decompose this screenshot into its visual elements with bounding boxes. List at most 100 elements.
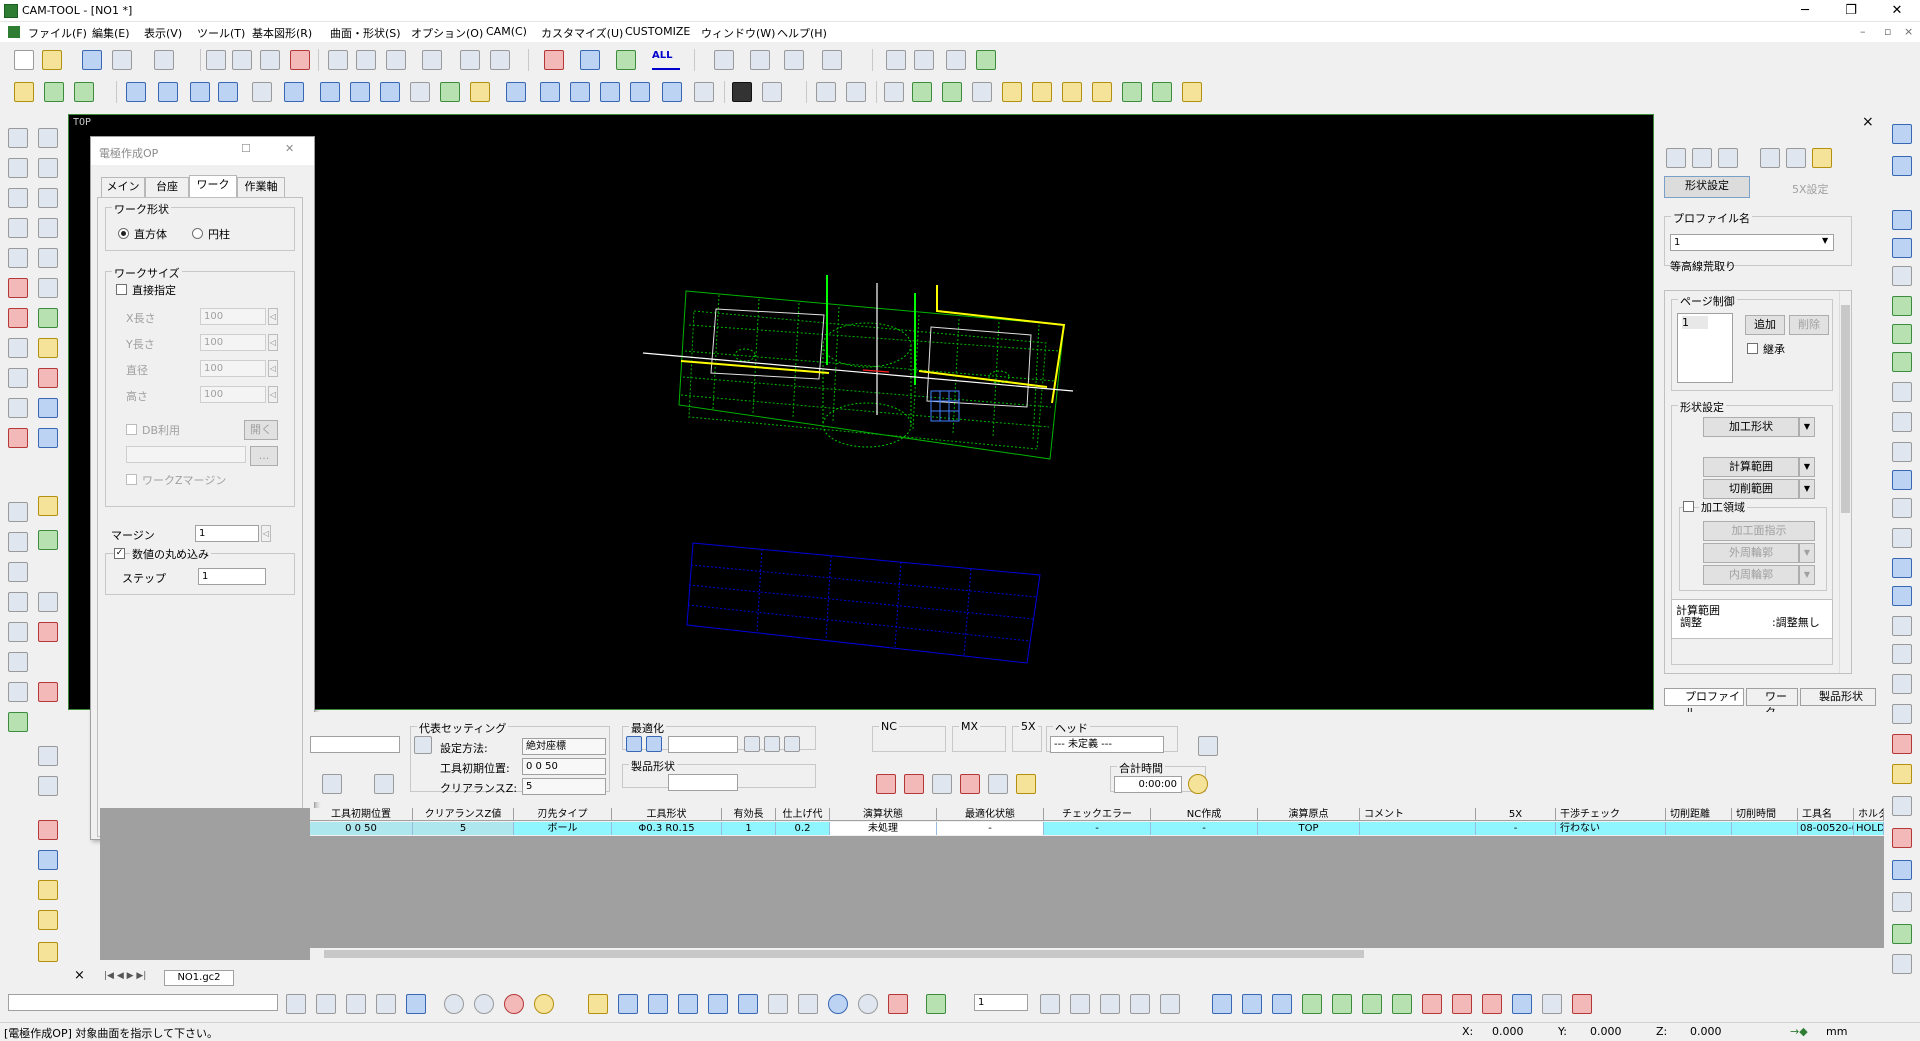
cylinder-radio[interactable] <box>192 228 203 239</box>
view-alpha-icon[interactable] <box>470 82 490 102</box>
col-calc-state[interactable]: 演算状態 <box>830 808 937 821</box>
margin-spin[interactable]: ◁ <box>261 525 271 542</box>
view-color-icon[interactable] <box>440 82 460 102</box>
setting-icon-2[interactable] <box>374 774 394 794</box>
path-icon-12[interactable] <box>1542 994 1562 1014</box>
tag-tool-icon[interactable] <box>38 942 58 962</box>
tab-work[interactable]: ワーク <box>189 175 237 197</box>
view-top-icon[interactable] <box>126 82 146 102</box>
optimize-icon-2[interactable] <box>646 736 662 752</box>
view-fit-2-icon[interactable] <box>1152 82 1172 102</box>
view-prev-icon[interactable] <box>816 82 836 102</box>
sphere-tool-icon[interactable] <box>38 278 58 298</box>
db-open-button[interactable]: 開く <box>244 420 278 440</box>
machine-area-check[interactable] <box>1683 501 1694 512</box>
cell-finish-allowance[interactable]: 0.2 <box>776 822 830 835</box>
inner-dropdown-icon[interactable]: ▼ <box>1799 565 1815 585</box>
snap-quad-icon[interactable] <box>858 994 878 1014</box>
round-check[interactable]: ✓ <box>114 548 125 559</box>
rt-icon-25[interactable] <box>1892 860 1912 880</box>
zoom-area-icon[interactable] <box>942 82 962 102</box>
rt-icon-16[interactable] <box>1892 586 1912 606</box>
path-icon-10[interactable] <box>1482 994 1502 1014</box>
snap-on-icon[interactable] <box>768 994 788 1014</box>
profile-icon-5[interactable] <box>1786 148 1806 168</box>
cell-holder-name[interactable]: HOLDER1 <box>1854 822 1884 835</box>
save-icon[interactable] <box>82 50 102 70</box>
setting-icon-1[interactable] <box>322 774 342 794</box>
mdi-restore-icon[interactable]: ▫ <box>1884 25 1891 38</box>
zoom-fit-icon[interactable] <box>912 82 932 102</box>
snap-end-icon[interactable] <box>738 994 758 1014</box>
snap-point-icon[interactable] <box>618 994 638 1014</box>
view-fit-1-icon[interactable] <box>1122 82 1142 102</box>
view-box6-icon[interactable] <box>694 82 714 102</box>
go-icon[interactable] <box>444 994 464 1014</box>
cell-5x[interactable]: - <box>1476 822 1556 835</box>
path-icon-3[interactable] <box>1272 994 1292 1014</box>
db-browse-button[interactable]: ... <box>250 446 278 466</box>
bt-icon-3[interactable] <box>346 994 366 1014</box>
view-box1-icon[interactable] <box>540 82 560 102</box>
snap-near-icon[interactable] <box>798 994 818 1014</box>
inherit-check[interactable] <box>1747 343 1758 354</box>
optimize-input[interactable] <box>668 736 738 753</box>
view-section-icon[interactable] <box>410 82 430 102</box>
curve4-tool-icon[interactable] <box>8 592 28 612</box>
y-length-spin[interactable]: ◁ <box>268 334 278 351</box>
page-delete-button[interactable]: 削除 <box>1789 315 1829 335</box>
bt-icon-7[interactable] <box>1070 994 1090 1014</box>
optimize-icon-4[interactable] <box>764 736 780 752</box>
view-iso-icon[interactable] <box>218 82 238 102</box>
stop-red-icon[interactable] <box>504 994 524 1014</box>
view-grid-icon[interactable] <box>732 82 752 102</box>
cell-tip-type[interactable]: ボール <box>514 822 612 835</box>
bt-icon-8[interactable] <box>1100 994 1120 1014</box>
layer-edit-icon[interactable] <box>914 50 934 70</box>
col-interference[interactable]: 干渉チェック <box>1556 808 1666 821</box>
rt-icon-3[interactable] <box>1892 210 1912 230</box>
optimize-icon-5[interactable] <box>784 736 800 752</box>
col-5x[interactable]: 5X <box>1476 808 1556 821</box>
height-input[interactable]: 100 <box>200 386 266 403</box>
rt-icon-7[interactable] <box>1892 324 1912 344</box>
profile-scroll-thumb[interactable] <box>1841 305 1850 513</box>
col-holder-name[interactable]: ホルダ名 <box>1854 808 1884 821</box>
bt-icon-6[interactable] <box>1040 994 1060 1014</box>
menu-customize[interactable]: CUSTOMIZE <box>625 25 690 38</box>
rt-icon-14[interactable] <box>1892 528 1912 548</box>
break-tool-icon[interactable] <box>8 368 28 388</box>
redo-icon[interactable] <box>154 50 174 70</box>
cell-check-error[interactable]: - <box>1044 822 1151 835</box>
rt-icon-12[interactable] <box>1892 470 1912 490</box>
rt-icon-17[interactable] <box>1892 616 1912 636</box>
col-cut-time[interactable]: 切削時間 <box>1732 808 1798 821</box>
close-button[interactable]: ✕ <box>1874 0 1920 22</box>
col-tool-shape[interactable]: 工具形状 <box>612 808 722 821</box>
rt-icon-20[interactable] <box>1892 704 1912 724</box>
outer-dropdown-icon[interactable]: ▼ <box>1799 543 1815 563</box>
rt-icon-11[interactable] <box>1892 442 1912 462</box>
menu-surface[interactable]: 曲面・形状(S) <box>330 25 401 41</box>
path-icon-9[interactable] <box>1452 994 1472 1014</box>
all-filter-button[interactable]: ALL <box>652 50 680 70</box>
spline-tool-icon[interactable] <box>8 278 28 298</box>
clock-icon[interactable] <box>1188 774 1208 794</box>
page-add-button[interactable]: 追加 <box>1745 315 1785 335</box>
menu-tools[interactable]: ツール(T) <box>197 25 245 41</box>
col-clearance[interactable]: クリアランスZ値 <box>413 808 514 821</box>
print-setup-icon[interactable] <box>328 50 348 70</box>
profile-icon-4[interactable] <box>1760 148 1780 168</box>
dialog-close-icon[interactable]: ✕ <box>285 142 294 155</box>
view-rotate-icon[interactable] <box>350 82 370 102</box>
col-check-error[interactable]: チェックエラー <box>1044 808 1151 821</box>
circle-tool-icon[interactable] <box>8 218 28 238</box>
curve5-tool-icon[interactable] <box>8 622 28 642</box>
arc-tool-icon[interactable] <box>8 188 28 208</box>
maximize-button[interactable]: ❐ <box>1828 0 1874 22</box>
snap-cross-icon[interactable] <box>678 994 698 1014</box>
zoom-out-icon[interactable] <box>1032 82 1052 102</box>
table-hscroll-thumb[interactable] <box>324 950 1364 958</box>
work-tool-icon[interactable] <box>38 530 58 550</box>
cuboid-radio[interactable] <box>118 228 129 239</box>
